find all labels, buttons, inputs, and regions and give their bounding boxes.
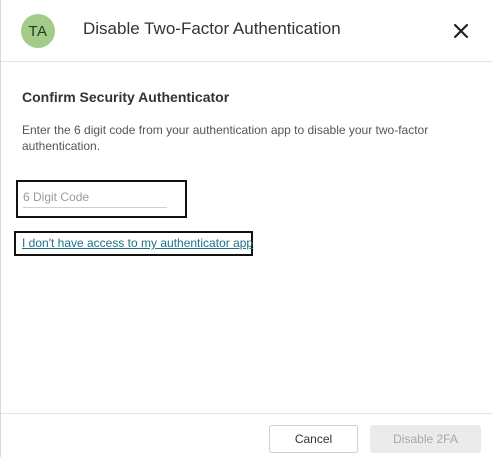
close-icon: [453, 23, 469, 39]
cancel-button[interactable]: Cancel: [269, 425, 358, 453]
dialog-footer: Cancel Disable 2FA: [1, 413, 493, 457]
disable-2fa-button[interactable]: Disable 2FA: [370, 425, 481, 453]
six-digit-code-input[interactable]: [23, 186, 167, 208]
code-field-container: [16, 180, 187, 218]
dialog-title: Disable Two-Factor Authentication: [83, 19, 341, 38]
section-title: Confirm Security Authenticator: [22, 89, 230, 105]
description-text: Enter the 6 digit code from your authent…: [22, 123, 429, 153]
no-access-link-container: I don't have access to my authenticator …: [14, 231, 253, 256]
dialog-header: TA Disable Two-Factor Authentication: [1, 0, 493, 62]
close-button[interactable]: [451, 21, 471, 41]
disable-2fa-dialog: TA Disable Two-Factor Authentication Con…: [0, 0, 493, 457]
avatar: TA: [21, 14, 55, 48]
no-access-authenticator-link[interactable]: I don't have access to my authenticator …: [22, 236, 253, 250]
